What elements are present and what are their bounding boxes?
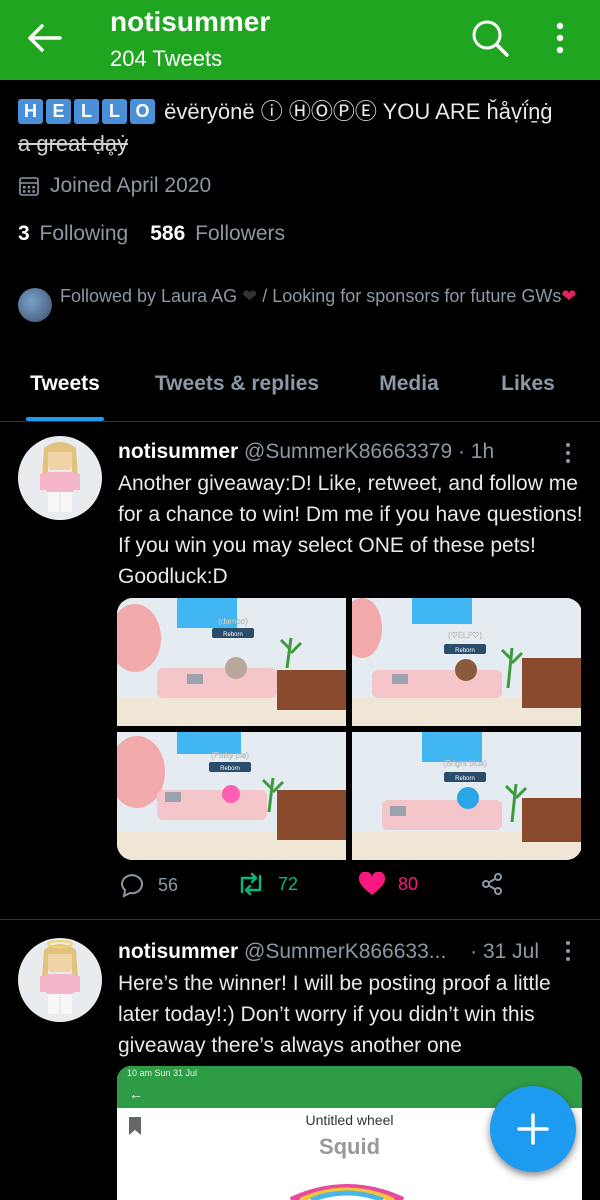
red-heart-icon: ❤ (561, 286, 577, 306)
tweet-text: Here’s the winner! I will be posting pro… (118, 972, 551, 1057)
pet-label: (♡ELF♡) (448, 631, 483, 640)
tweet-author-name[interactable]: notisummer (118, 940, 238, 963)
tweet-date: · 31 Jul (470, 940, 539, 963)
avatar[interactable] (18, 436, 102, 520)
tweet-media-grid: Reborn (dumbo) Reborn (♡ELF♡) Reborn (Pi… (117, 598, 582, 860)
pet-tag: Reborn (223, 632, 243, 638)
reply-count: 56 (158, 874, 179, 895)
pet-label: (Bright blue) (443, 759, 487, 768)
heart-icon (358, 872, 386, 895)
followers-count: 586 (150, 222, 186, 245)
tab-tweets-replies[interactable]: Tweets & replies (148, 356, 326, 421)
bio-line2: a great ḍḁẏ (18, 131, 129, 156)
calendar-icon (19, 177, 39, 196)
retweet-button[interactable]: 72 (236, 872, 298, 896)
retweet-icon (240, 872, 262, 896)
compose-tweet-button[interactable] (490, 1086, 576, 1172)
search-icon[interactable] (470, 18, 510, 58)
screenshot-status-text: 10 am Sun 31 Jul (127, 1068, 198, 1078)
bio-letter: O (130, 99, 155, 124)
profile-header: notisummer 204 Tweets (0, 0, 600, 80)
follower-avatar (18, 288, 52, 322)
reply-button[interactable]: 56 (118, 872, 178, 898)
joined-date: Joined April 2020 (18, 174, 211, 198)
tweet-handle-time: @SummerK86663379 · 1h (244, 440, 495, 463)
pet-label: (dumbo) (218, 617, 248, 626)
joined-text: Joined April 2020 (50, 174, 212, 197)
wheel-arc (289, 1184, 405, 1200)
media-image[interactable]: Reborn (Bright blue) (352, 732, 581, 860)
tweet-text: Another giveaway:D! Like, retweet, and f… (118, 472, 583, 588)
pet-tag: Reborn (220, 766, 240, 772)
roblox-avatar-icon (40, 940, 80, 1014)
tweet-actions: 56 72 80 (118, 872, 588, 906)
like-button[interactable]: 80 (358, 872, 418, 896)
tab-media[interactable]: Media (372, 356, 446, 421)
pet-image: Reborn (♡ELF♡) (352, 598, 581, 726)
like-count: 80 (398, 873, 419, 894)
tweet-count: 204 Tweets (110, 46, 223, 71)
follow-stats: 3 Following 586 Followers (18, 222, 285, 246)
profile-bio: HELLO ëvëryönë ⓘ ⒽⓄⓅⒺ YOU ARE ȟåṿḯṉġ a g… (18, 96, 588, 160)
share-icon (482, 873, 502, 895)
followed-by-rest: / Looking for sponsors for future GWs (257, 286, 562, 306)
followers-link[interactable]: 586 Followers (150, 222, 285, 245)
tweet-header: notisummer @SummerK866633... · 31 Jul (118, 940, 539, 964)
tweet-handle: @SummerK866633... (244, 940, 447, 963)
tab-likes[interactable]: Likes (498, 356, 558, 421)
pet-tag: Reborn (455, 776, 475, 782)
media-image[interactable]: Reborn (♡ELF♡) (352, 598, 581, 726)
back-arrow-icon[interactable] (22, 18, 66, 58)
reply-icon (120, 874, 143, 898)
tweet-author-name[interactable]: notisummer (118, 440, 238, 463)
following-count: 3 (18, 222, 30, 245)
followers-label: Followers (195, 222, 285, 245)
pet-tag: Reborn (455, 648, 475, 654)
pet-image: Reborn (Pinky pie) (117, 732, 346, 860)
pet-image: Reborn (dumbo) (117, 598, 346, 726)
share-button[interactable] (480, 872, 516, 896)
plus-icon (517, 1113, 549, 1145)
pet-image: Reborn (Bright blue) (352, 732, 581, 860)
bio-letter: L (74, 99, 99, 124)
avatar[interactable] (18, 938, 102, 1022)
retweet-count: 72 (278, 873, 299, 894)
followed-by-text: Followed by Laura AG ❤ / Looking for spo… (60, 282, 590, 310)
pet-label: (Pinky pie) (211, 751, 249, 760)
tweet-more-icon[interactable] (562, 442, 574, 464)
tweet-more-icon[interactable] (562, 940, 574, 962)
tab-tweets[interactable]: Tweets (26, 356, 104, 421)
media-image[interactable]: Reborn (dumbo) (117, 598, 346, 726)
followed-by-label: Followed by Laura AG (60, 286, 238, 306)
bio-letter: H (18, 99, 43, 124)
bio-line1: ëvëryönë ⓘ ⒽⓄⓅⒺ YOU ARE ȟåṿḯṉġ (164, 99, 553, 124)
profile-name: notisummer (110, 6, 271, 37)
profile-tabs: Tweets Tweets & replies Media Likes (0, 356, 600, 422)
bio-letter: L (102, 99, 127, 124)
tweet-header: notisummer @SummerK86663379 · 1h (118, 440, 494, 464)
screenshot-back-icon: ← (129, 1086, 143, 1102)
more-options-icon[interactable] (548, 20, 572, 56)
following-label: Following (39, 222, 129, 245)
bio-letter: E (46, 99, 71, 124)
following-link[interactable]: 3 Following (18, 222, 128, 245)
black-heart-icon: ❤ (242, 286, 258, 306)
media-image[interactable]: Reborn (Pinky pie) (117, 732, 346, 860)
roblox-avatar-icon (40, 442, 80, 512)
